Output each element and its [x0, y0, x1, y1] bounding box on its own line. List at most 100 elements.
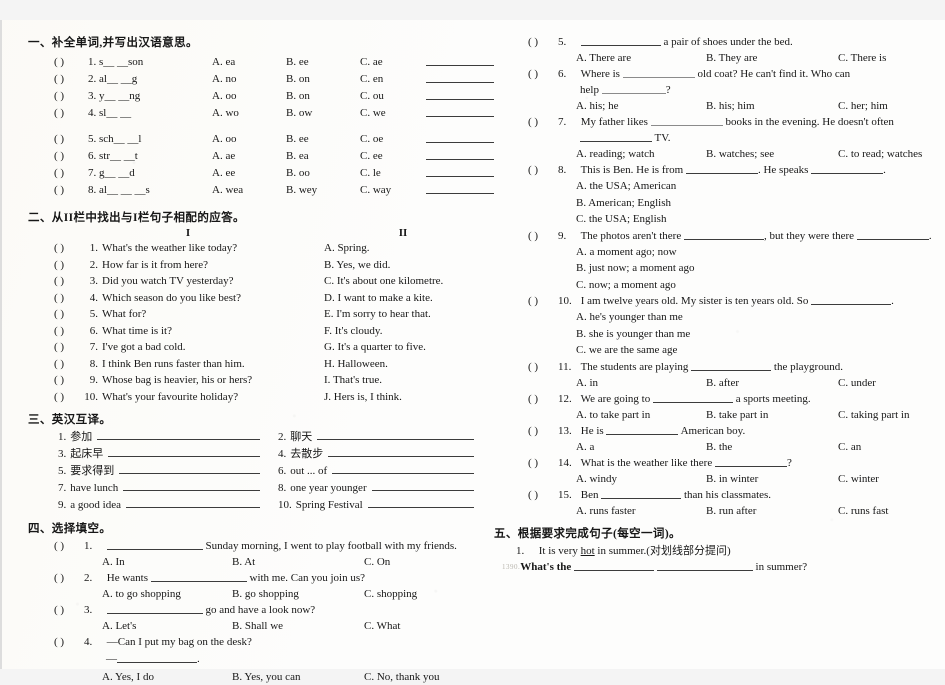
option-b[interactable]: B. ee	[286, 131, 360, 148]
answer-bracket[interactable]: ( )	[528, 359, 558, 375]
fill-blank[interactable]	[150, 571, 247, 582]
fill-blank[interactable]	[653, 392, 733, 403]
answer-blank[interactable]	[328, 446, 474, 457]
matching-row[interactable]: ( ) 8. I think Ben runs faster than him.…	[28, 356, 484, 373]
fill-blank[interactable]	[106, 539, 203, 550]
option-b[interactable]: B. oo	[286, 165, 360, 182]
meaning-blank[interactable]	[426, 88, 494, 105]
answer-bracket[interactable]: ( )	[54, 88, 88, 105]
meaning-blank[interactable]	[426, 165, 494, 182]
fill-blank[interactable]	[117, 652, 197, 663]
option-a[interactable]: A. ea	[212, 54, 286, 71]
answer-bracket[interactable]: ( )	[54, 273, 82, 290]
option-c[interactable]: C. way	[360, 182, 426, 199]
option-b[interactable]: B. on	[286, 71, 360, 88]
choice-question[interactable]: ( ) 3. go and have a look now?	[28, 602, 484, 618]
answer-bracket[interactable]: ( )	[528, 391, 558, 407]
answer-blank[interactable]	[119, 463, 260, 474]
meaning-blank[interactable]	[426, 148, 494, 165]
option-b[interactable]: B. They are	[706, 50, 838, 66]
answer-bracket[interactable]: ( )	[54, 182, 88, 199]
fill-blank[interactable]	[656, 560, 753, 571]
fill-blank[interactable]	[714, 456, 787, 467]
option-a[interactable]: A. the USA; American	[576, 178, 942, 195]
answer-bracket[interactable]: ( )	[54, 240, 82, 257]
answer-bracket[interactable]: ( )	[54, 257, 82, 274]
option-c[interactable]: C. we are the same age	[576, 342, 942, 359]
fill-blank[interactable]	[606, 424, 679, 435]
choice-question[interactable]: ( ) 5. a pair of shoes under the bed.	[502, 34, 942, 50]
choice-question[interactable]: ( ) 10. I am twelve years old. My sister …	[502, 293, 942, 309]
matching-row[interactable]: ( ) 2. How far is it from here? B. Yes, …	[28, 257, 484, 274]
option-c[interactable]: C. en	[360, 71, 426, 88]
question-row[interactable]: ( ) 8. al__ __ __s A. wea B. wey C. way	[28, 182, 494, 199]
option-a[interactable]: A. oo	[212, 88, 286, 105]
answer-blank[interactable]	[371, 480, 474, 491]
option-c[interactable]: C. le	[360, 165, 426, 182]
matching-row[interactable]: ( ) 1. What's the weather like today? A.…	[28, 240, 484, 257]
question-row[interactable]: ( ) 4. sl__ __ A. wo B. ow C. we	[28, 105, 494, 122]
meaning-blank[interactable]	[426, 105, 494, 122]
response-option[interactable]: H. Halloween.	[324, 356, 484, 373]
answer-bracket[interactable]: ( )	[54, 372, 82, 389]
matching-row[interactable]: ( ) 5. What for? E. I'm sorry to hear th…	[28, 306, 484, 323]
answer-blank[interactable]	[332, 463, 474, 474]
option-a[interactable]: A. oo	[212, 131, 286, 148]
choice-question[interactable]: ( ) 1. Sunday morning, I went to play foo…	[28, 538, 484, 554]
answer-bracket[interactable]: ( )	[54, 323, 82, 340]
option-a[interactable]: A. There are	[576, 50, 706, 66]
option-b[interactable]: B. after	[706, 375, 838, 391]
choice-question[interactable]: ( ) 14. What is the weather like there ?	[502, 455, 942, 471]
option-b[interactable]: B. Yes, you can	[232, 669, 364, 685]
option-c[interactable]: C. There is	[838, 50, 886, 66]
answer-bracket[interactable]: ( )	[54, 165, 88, 182]
response-option[interactable]: E. I'm sorry to hear that.	[324, 306, 484, 323]
option-a[interactable]: A. ae	[212, 148, 286, 165]
answer-bracket[interactable]: ( )	[528, 114, 558, 130]
question-row[interactable]: ( ) 6. str__ __t A. ae B. ea C. ee	[28, 148, 494, 165]
answer-bracket[interactable]: ( )	[528, 455, 558, 471]
option-a[interactable]: A. ee	[212, 165, 286, 182]
fill-blank[interactable]	[601, 488, 682, 499]
option-a[interactable]: A. to take part in	[576, 407, 706, 423]
option-b[interactable]: B. ow	[286, 105, 360, 122]
option-a[interactable]: A. his; he	[576, 98, 706, 114]
meaning-blank[interactable]	[426, 182, 494, 199]
option-b[interactable]: B. Shall we	[232, 618, 364, 634]
response-option[interactable]: J. Hers is, I think.	[324, 389, 484, 406]
option-b[interactable]: B. run after	[706, 503, 838, 519]
meaning-blank[interactable]	[426, 54, 494, 71]
option-c[interactable]: C. runs fast	[838, 503, 888, 519]
choice-question[interactable]: ( ) 9. The photos aren't there , but they…	[502, 228, 942, 244]
answer-bracket[interactable]: ( )	[54, 306, 82, 323]
choice-question[interactable]: ( ) 15. Ben than his classmates.	[502, 487, 942, 503]
question-row[interactable]: ( ) 3. y__ __ng A. oo B. on C. ou	[28, 88, 494, 105]
question-continuation[interactable]: TV.	[502, 130, 942, 146]
fill-blank[interactable]	[106, 603, 203, 614]
matching-row[interactable]: ( ) 10. What's your favourite holiday? J…	[28, 389, 484, 406]
answer-blank[interactable]	[108, 446, 260, 457]
option-a[interactable]: A. Yes, I do	[102, 669, 232, 685]
response-option[interactable]: I. That's true.	[324, 372, 484, 389]
response-option[interactable]: F. It's cloudy.	[324, 323, 484, 340]
option-c[interactable]: C. under	[838, 375, 876, 391]
matching-row[interactable]: ( ) 9. Whose bag is heavier, his or hers…	[28, 372, 484, 389]
fill-blank[interactable]	[683, 229, 764, 240]
option-b[interactable]: B. wey	[286, 182, 360, 199]
fill-blank[interactable]	[574, 560, 655, 571]
answer-bracket[interactable]: ( )	[528, 228, 558, 244]
option-a[interactable]: A. to go shopping	[102, 586, 232, 602]
answer-bracket[interactable]: ( )	[54, 148, 88, 165]
choice-question[interactable]: ( ) 12. We are going to a sports meeting.	[502, 391, 942, 407]
option-b[interactable]: B. ee	[286, 54, 360, 71]
option-c[interactable]: C. her; him	[838, 98, 888, 114]
option-b[interactable]: B. she is younger than me	[576, 326, 942, 343]
option-c[interactable]: C. winter	[838, 471, 879, 487]
option-a[interactable]: A. wea	[212, 182, 286, 199]
option-b[interactable]: B. the	[706, 439, 838, 455]
option-a[interactable]: A. no	[212, 71, 286, 88]
question-row[interactable]: ( ) 1. s__ __son A. ea B. ee C. ae	[28, 54, 494, 71]
fill-blank[interactable]	[601, 83, 666, 94]
answer-line[interactable]: —.	[28, 650, 484, 669]
question-row[interactable]: ( ) 5. sch__ __l A. oo B. ee C. oe	[28, 131, 494, 148]
